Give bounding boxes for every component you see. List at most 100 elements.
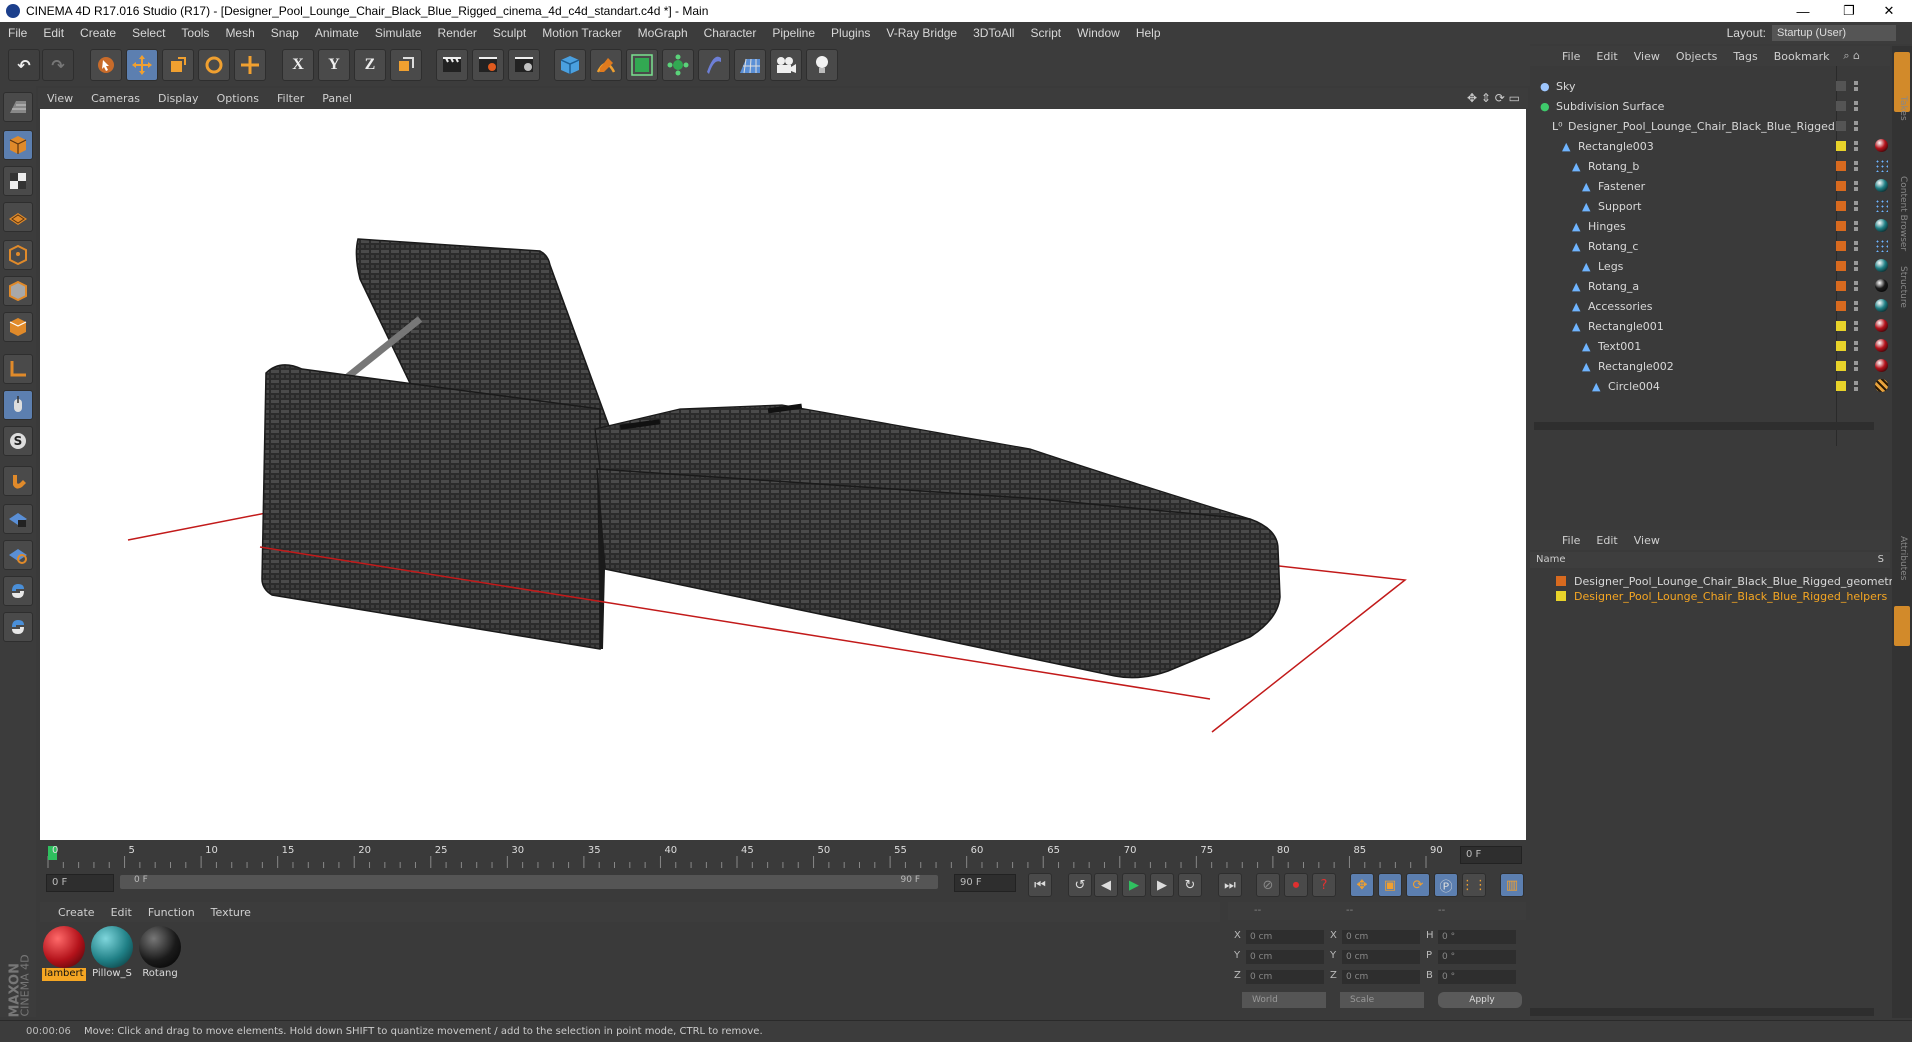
objmgr-menu-edit[interactable]: Edit: [1588, 50, 1625, 63]
coordinate-type-dropdown[interactable]: Scale: [1340, 992, 1424, 1008]
menu-motion-tracker[interactable]: Motion Tracker: [534, 26, 629, 40]
minimize-button[interactable]: —: [1780, 0, 1826, 22]
magnet-icon[interactable]: [3, 466, 33, 496]
timeline-ruler[interactable]: 0 5 10 15 20 25 30 35 40 45 50 55 60 65 70 75 80 85 90 0 F: [40, 842, 1526, 870]
subdivision-surface-icon[interactable]: [626, 49, 658, 81]
locked-workplane-icon[interactable]: [3, 504, 33, 534]
visibility-dots[interactable]: [1854, 201, 1858, 211]
material-tag-icon[interactable]: [1875, 279, 1888, 292]
visibility-dots[interactable]: [1854, 301, 1858, 311]
z-axis-lock-button[interactable]: Z: [354, 49, 386, 81]
laymgr-menu-edit[interactable]: Edit: [1588, 534, 1625, 547]
material-swatch-pillow[interactable]: Pillow_S: [90, 926, 134, 982]
menu-help[interactable]: Help: [1128, 26, 1169, 40]
layer-color-swatch[interactable]: [1836, 181, 1846, 191]
tab-layers[interactable]: [1894, 606, 1910, 646]
render-picture-viewer-icon[interactable]: [472, 49, 504, 81]
menu-create[interactable]: Create: [72, 26, 124, 40]
pos-z-field[interactable]: 0 cm: [1246, 970, 1324, 984]
material-menu-edit[interactable]: Edit: [103, 906, 140, 919]
menu-mesh[interactable]: Mesh: [217, 26, 262, 40]
material-menu-function[interactable]: Function: [140, 906, 203, 919]
layer-color-swatch[interactable]: [1836, 301, 1846, 311]
size-y-field[interactable]: 0 cm: [1342, 950, 1420, 964]
key-rotation-icon[interactable]: ⟳: [1406, 873, 1430, 897]
viewport-menu-display[interactable]: Display: [149, 92, 208, 105]
layer-color-swatch[interactable]: [1836, 341, 1846, 351]
layer-empty-swatch[interactable]: [1836, 121, 1846, 131]
viewport-menu-filter[interactable]: Filter: [268, 92, 313, 105]
rot-p-field[interactable]: 0 °: [1438, 950, 1516, 964]
cube-primitive-icon[interactable]: [554, 49, 586, 81]
close-window-button[interactable]: ✕: [1866, 0, 1912, 22]
start-frame-field[interactable]: 0 F: [46, 874, 114, 892]
visibility-dots[interactable]: [1854, 261, 1858, 271]
layer-color-swatch[interactable]: [1836, 321, 1846, 331]
menu-file[interactable]: File: [0, 26, 35, 40]
menu-script[interactable]: Script: [1022, 26, 1069, 40]
menu-select[interactable]: Select: [124, 26, 173, 40]
render-settings-icon[interactable]: [508, 49, 540, 81]
size-z-field[interactable]: 0 cm: [1342, 970, 1420, 984]
tab-takes[interactable]: Takes: [1898, 96, 1908, 166]
render-view-icon[interactable]: [436, 49, 468, 81]
apply-button[interactable]: Apply: [1438, 992, 1522, 1008]
laymgr-horizontal-scrollbar[interactable]: [1530, 1008, 1874, 1016]
rot-h-field[interactable]: 0 °: [1438, 930, 1516, 944]
record-keys-icon[interactable]: ⊘: [1256, 873, 1280, 897]
key-pla-icon[interactable]: ⋮⋮: [1461, 873, 1487, 897]
visibility-dots[interactable]: [1854, 241, 1858, 251]
visibility-dots[interactable]: [1854, 121, 1858, 131]
planar-workplane-icon[interactable]: [3, 540, 33, 570]
visibility-dots[interactable]: [1854, 181, 1858, 191]
texture-tag-icon[interactable]: [1875, 159, 1888, 172]
layer-color-swatch[interactable]: [1836, 141, 1846, 151]
menu-animate[interactable]: Animate: [307, 26, 367, 40]
objmgr-search-icon[interactable]: ⌕ ⌂: [1843, 49, 1860, 63]
go-to-end-icon[interactable]: ⏭: [1218, 873, 1242, 897]
axis-mode-icon[interactable]: [3, 354, 33, 384]
material-tag-icon[interactable]: [1875, 359, 1888, 372]
menu-edit[interactable]: Edit: [35, 26, 72, 40]
visibility-dots[interactable]: [1854, 221, 1858, 231]
material-swatch-lambert[interactable]: lambert: [42, 926, 86, 982]
viewport-menu-options[interactable]: Options: [208, 92, 268, 105]
y-axis-lock-button[interactable]: Y: [318, 49, 350, 81]
transform-tool-icon[interactable]: [234, 49, 266, 81]
tab-attributes[interactable]: Attributes: [1898, 536, 1908, 606]
cloner-icon[interactable]: [662, 49, 694, 81]
objmgr-menu-view[interactable]: View: [1626, 50, 1668, 63]
keyframe-selection-icon[interactable]: ?: [1312, 873, 1336, 897]
layout-dropdown[interactable]: Startup (User): [1772, 25, 1896, 41]
texture-tag-icon[interactable]: [1875, 199, 1888, 212]
end-frame-field[interactable]: 90 F: [954, 874, 1016, 892]
visibility-dots[interactable]: [1854, 101, 1858, 111]
undo-button[interactable]: ↶: [8, 49, 40, 81]
coordinate-mode-dropdown[interactable]: World: [1242, 992, 1326, 1008]
redo-button[interactable]: ↷: [42, 49, 74, 81]
menu-3dtoall[interactable]: 3DToAll: [965, 26, 1022, 40]
python-script-icon-1[interactable]: [3, 576, 33, 606]
move-tool-icon[interactable]: [126, 49, 158, 81]
visibility-dots[interactable]: [1854, 321, 1858, 331]
live-selection-icon[interactable]: [90, 49, 122, 81]
layer-color-swatch[interactable]: [1836, 221, 1846, 231]
timeline-layout-icon[interactable]: ▥: [1500, 873, 1524, 897]
material-menu-create[interactable]: Create: [50, 906, 103, 919]
material-menu-texture[interactable]: Texture: [203, 906, 259, 919]
rot-b-field[interactable]: 0 °: [1438, 970, 1516, 984]
visibility-dots[interactable]: [1854, 141, 1858, 151]
current-frame-field[interactable]: 0 F: [1460, 846, 1522, 864]
make-editable-icon[interactable]: [3, 92, 33, 122]
light-icon[interactable]: [806, 49, 838, 81]
rotate-tool-icon[interactable]: [198, 49, 230, 81]
python-script-icon-2[interactable]: [3, 612, 33, 642]
objmgr-menu-objects[interactable]: Objects: [1668, 50, 1726, 63]
menu-pipeline[interactable]: Pipeline: [764, 26, 823, 40]
previous-key-icon[interactable]: ↺: [1068, 873, 1092, 897]
layer-empty-swatch[interactable]: [1836, 81, 1846, 91]
material-tag-icon[interactable]: [1875, 339, 1888, 352]
next-key-icon[interactable]: ↻: [1178, 873, 1202, 897]
deformer-icon[interactable]: [698, 49, 730, 81]
pen-spline-icon[interactable]: [590, 49, 622, 81]
